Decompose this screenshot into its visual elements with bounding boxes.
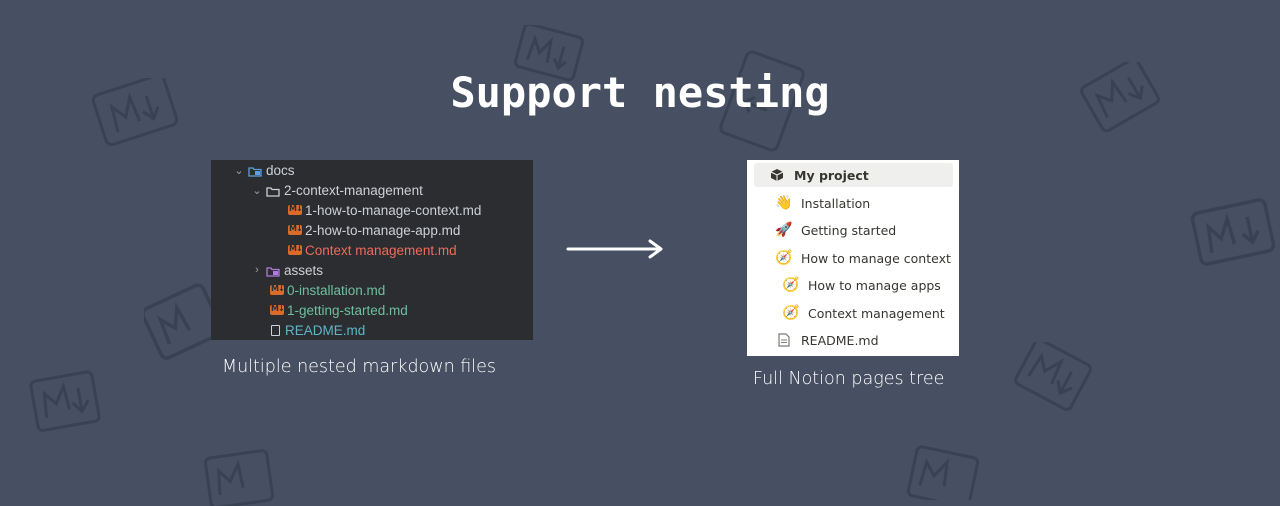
tree-label: 2-context-management <box>284 182 423 198</box>
tree-row-file[interactable]: 1-getting-started.md <box>211 300 533 320</box>
waving-hand-icon: 👋 <box>775 195 793 211</box>
chevron-down-icon[interactable]: ⌄ <box>233 164 245 177</box>
notion-page-tree: My project 👋 Installation 🚀 Getting star… <box>747 160 959 356</box>
tree-label: 1-how-to-manage-context.md <box>305 202 482 218</box>
markdown-file-icon <box>288 224 302 235</box>
notion-page-item[interactable]: README.md <box>775 328 879 352</box>
bg-markdown-logo-icon <box>904 444 984 500</box>
tree-row-file[interactable]: 2-how-to-manage-app.md <box>211 220 533 240</box>
notion-page-item[interactable]: 🧭 How to manage apps <box>782 273 941 297</box>
tree-label: 2-how-to-manage-app.md <box>305 222 461 238</box>
markdown-file-icon <box>288 244 302 255</box>
tree-row-folder[interactable]: ⌄ 2-context-management <box>211 180 533 200</box>
chevron-down-icon[interactable]: ⌄ <box>251 184 263 197</box>
chevron-right-icon[interactable]: › <box>251 264 263 276</box>
tree-row-file[interactable]: README.md <box>211 320 533 340</box>
tree-row-file[interactable]: 0-installation.md <box>211 280 533 300</box>
tree-label: assets <box>284 262 324 278</box>
tree-label: 1-getting-started.md <box>287 302 408 318</box>
notion-page-label: README.md <box>801 332 879 348</box>
notion-page-item[interactable]: 🧭 How to manage context <box>775 246 951 270</box>
folder-icon <box>266 185 280 197</box>
bg-markdown-logo-icon <box>1186 192 1280 276</box>
notion-page-item[interactable]: My project <box>754 163 953 187</box>
tree-row-docs[interactable]: ⌄ docs <box>211 160 533 180</box>
bg-markdown-logo-icon <box>200 446 280 506</box>
compass-icon: 🧭 <box>775 250 793 266</box>
bg-markdown-logo-icon <box>1014 342 1094 418</box>
bg-markdown-logo-icon <box>26 368 106 444</box>
ide-file-tree: ⌄ docs ⌄ 2-context-management 1-how-to-m… <box>211 160 533 340</box>
tree-label: README.md <box>285 322 366 338</box>
tree-row-file[interactable]: 1-how-to-manage-context.md <box>211 200 533 220</box>
page-title: Support nesting <box>450 68 830 117</box>
left-caption: Multiple nested markdown files <box>222 357 497 377</box>
folder-icon <box>248 165 262 177</box>
notion-page-label: How to manage apps <box>808 277 941 293</box>
markdown-file-icon <box>288 204 302 215</box>
tree-label: docs <box>266 162 295 178</box>
readme-file-icon <box>271 324 280 336</box>
rocket-icon: 🚀 <box>775 222 793 238</box>
notion-page-label: How to manage context <box>801 250 951 266</box>
compass-icon: 🧭 <box>782 277 800 293</box>
notion-page-label: Installation <box>801 195 871 211</box>
notion-page-label: Getting started <box>801 222 897 238</box>
markdown-file-icon <box>270 284 284 295</box>
markdown-file-icon <box>270 304 284 315</box>
notion-page-item[interactable]: 🧭 Context management <box>782 301 945 325</box>
cube-icon <box>768 166 786 184</box>
arrow-right-icon <box>566 238 664 264</box>
notion-page-item[interactable]: 🚀 Getting started <box>775 218 896 242</box>
folder-icon <box>266 265 280 277</box>
notion-page-label: Context management <box>808 305 945 321</box>
notion-page-item[interactable]: 👋 Installation <box>775 191 870 215</box>
tree-row-file[interactable]: Context management.md <box>211 240 533 260</box>
tree-row-assets[interactable]: › assets <box>211 260 533 280</box>
document-icon <box>775 331 793 349</box>
right-caption: Full Notion pages tree <box>753 369 945 389</box>
compass-icon: 🧭 <box>782 305 800 321</box>
notion-page-label: My project <box>794 167 869 183</box>
tree-label: 0-installation.md <box>287 282 386 298</box>
tree-label: Context management.md <box>305 242 457 258</box>
